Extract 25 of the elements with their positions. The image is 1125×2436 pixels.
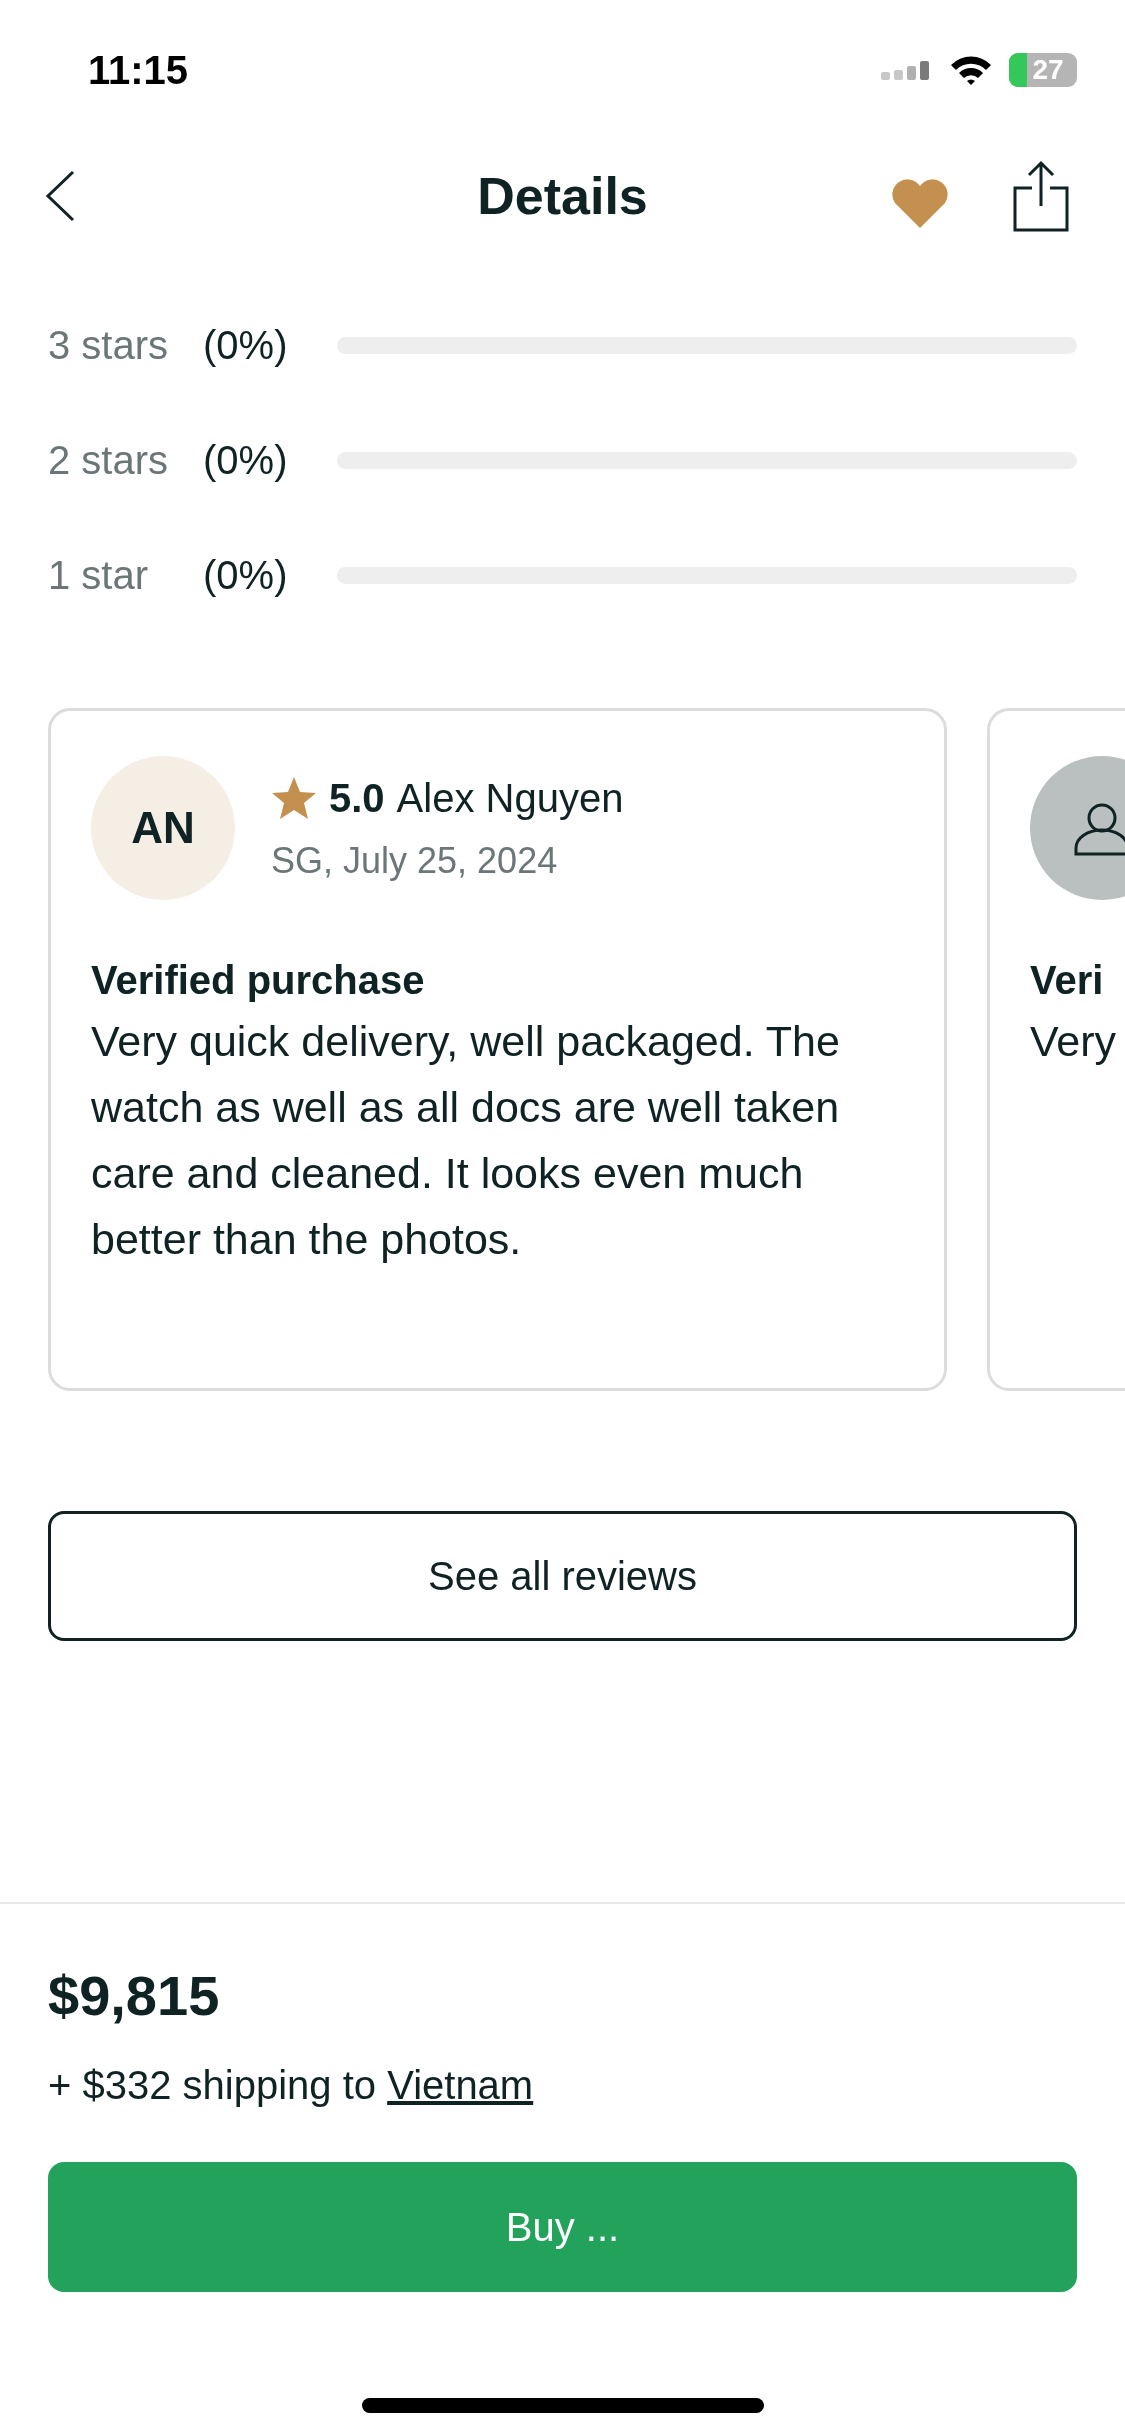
- reviewer-name: Alex Nguyen: [396, 775, 624, 822]
- percent-label: (0%): [203, 552, 289, 599]
- star-label: 2 stars: [48, 437, 170, 484]
- battery-level: 27: [1031, 56, 1064, 84]
- percent-label: (0%): [203, 322, 289, 369]
- review-heading: Veri: [1030, 957, 1105, 1004]
- heart-icon[interactable]: [890, 178, 950, 230]
- destination-link[interactable]: Vietnam: [387, 2063, 534, 2107]
- status-time: 11:15: [88, 47, 189, 94]
- percent-label: (0%): [203, 437, 289, 484]
- review-text: Very quick delivery, well packaged. The watch as well as all docs are well taken care and cleaned. It looks even much better than the photos.: [91, 1016, 841, 1265]
- shipping-text: + $332 shipping to Vietnam: [48, 2062, 535, 2109]
- see-all-reviews-button[interactable]: See all reviews: [48, 1511, 1077, 1641]
- page-title: Details: [477, 166, 648, 227]
- rating-value: 5.0: [329, 775, 385, 822]
- avatar: AN: [91, 756, 235, 900]
- review-heading: Verified purchase: [91, 957, 426, 1004]
- share-icon[interactable]: [1012, 160, 1070, 232]
- star-icon: [271, 776, 317, 820]
- star-label: 3 stars: [48, 322, 170, 369]
- review-text: Very: [1030, 1016, 1118, 1067]
- wifi-icon: [949, 54, 993, 86]
- review-date: SG, July 25, 2024: [271, 839, 559, 883]
- price: $9,815: [48, 1963, 221, 2029]
- star-label: 1 star: [48, 552, 150, 599]
